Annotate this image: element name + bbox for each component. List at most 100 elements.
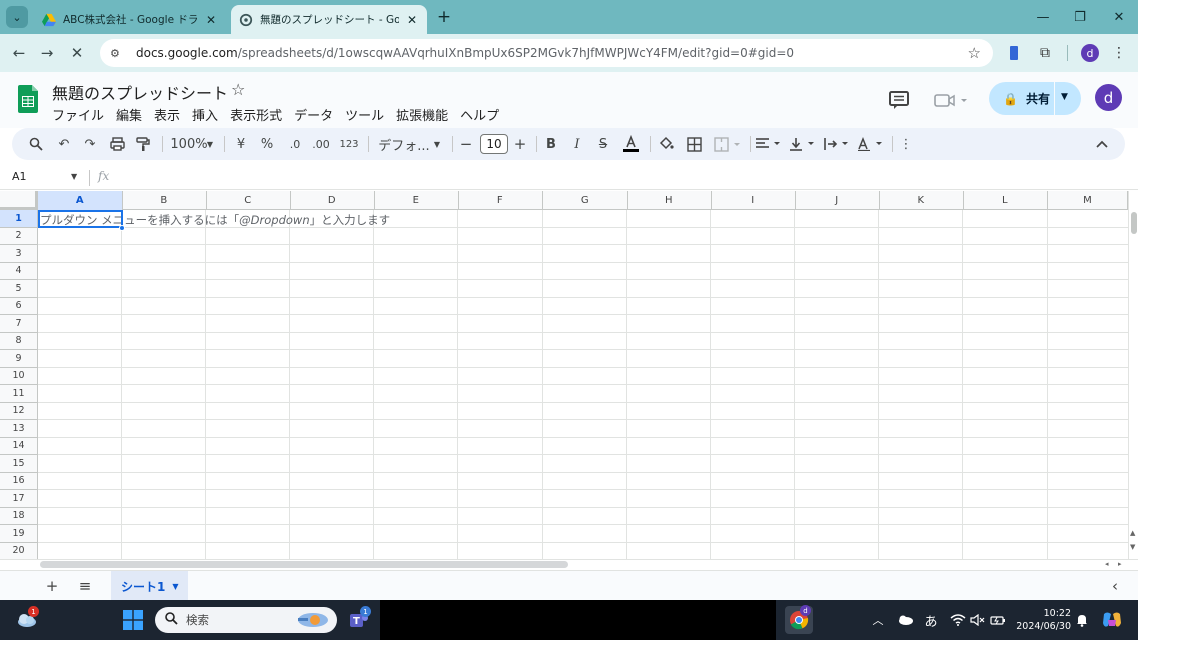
column-header-b[interactable]: B <box>122 191 207 210</box>
chevron-down-icon[interactable]: ▼ <box>204 132 216 156</box>
row-header-20[interactable]: 20 <box>0 542 38 559</box>
name-box[interactable]: A1 <box>12 170 27 183</box>
notification-bell-icon[interactable] <box>1070 608 1094 632</box>
row-header-11[interactable]: 11 <box>0 385 38 403</box>
undo-icon[interactable]: ↶ <box>54 132 74 156</box>
borders-icon[interactable] <box>684 132 704 156</box>
print-icon[interactable] <box>107 132 127 156</box>
add-sheet-button[interactable]: + <box>41 576 63 596</box>
start-button[interactable] <box>121 608 145 632</box>
vertical-scroll-thumb[interactable] <box>1131 212 1137 234</box>
horizontal-align-icon[interactable] <box>754 132 784 156</box>
row-header-15[interactable]: 15 <box>0 455 38 473</box>
google-sheets-logo[interactable] <box>18 85 38 113</box>
paint-format-icon[interactable] <box>133 132 153 156</box>
explore-collapse-button[interactable]: ‹ <box>1104 576 1126 596</box>
menu-edit[interactable]: 編集 <box>110 103 148 126</box>
new-tab-button[interactable]: + <box>433 6 455 28</box>
strikethrough-icon[interactable]: S <box>594 132 612 156</box>
chevron-up-icon[interactable] <box>1092 132 1112 156</box>
bold-icon[interactable]: B <box>542 132 560 156</box>
row-header-8[interactable]: 8 <box>0 332 38 350</box>
vertical-scrollbar[interactable]: ▲ ▼ <box>1128 191 1138 559</box>
menu-insert[interactable]: 挿入 <box>186 103 224 126</box>
column-header-k[interactable]: K <box>879 191 964 210</box>
number-format-button[interactable]: 123 <box>337 132 361 156</box>
search-menu-icon[interactable] <box>26 132 46 156</box>
row-header-18[interactable]: 18 <box>0 507 38 525</box>
active-cell-outline[interactable] <box>38 210 123 228</box>
copilot-icon[interactable] <box>1100 608 1124 632</box>
column-header-d[interactable]: D <box>290 191 375 210</box>
decrease-decimal-button[interactable]: .0 <box>284 132 306 156</box>
increase-decimal-button[interactable]: .00 <box>310 132 332 156</box>
site-info-icon[interactable]: ⚙ <box>110 47 126 60</box>
text-color-icon[interactable] <box>620 132 642 156</box>
column-header-h[interactable]: H <box>627 191 712 210</box>
ime-indicator[interactable]: あ <box>919 608 943 632</box>
fill-handle[interactable] <box>119 225 125 231</box>
minimize-button[interactable]: — <box>1028 5 1058 29</box>
row-header-19[interactable]: 19 <box>0 525 38 543</box>
chevron-down-icon[interactable]: ▼ <box>1130 543 1135 551</box>
comment-history-icon[interactable] <box>888 90 910 110</box>
vertical-align-icon[interactable] <box>788 132 818 156</box>
bookmark-star-icon[interactable]: ☆ <box>968 44 981 62</box>
close-icon[interactable]: ✕ <box>405 13 419 27</box>
row-header-12[interactable]: 12 <box>0 402 38 420</box>
taskbar-clock[interactable]: 10:22 2024/06/30 <box>1015 607 1071 633</box>
restore-button[interactable]: ❐ <box>1065 5 1095 29</box>
column-header-m[interactable]: M <box>1048 191 1128 210</box>
sheet-tab-1[interactable]: シート1 ▼ <box>111 571 188 601</box>
column-header-a[interactable]: A <box>38 191 123 210</box>
row-header-17[interactable]: 17 <box>0 490 38 508</box>
chevron-down-icon[interactable]: ▼ <box>431 132 443 156</box>
forward-button[interactable]: → <box>36 42 58 64</box>
merge-cells-icon[interactable] <box>712 132 744 156</box>
video-call-icon[interactable] <box>933 92 973 110</box>
battery-icon[interactable] <box>986 608 1010 632</box>
all-sheets-button[interactable]: ≡ <box>74 576 96 596</box>
spreadsheet-grid[interactable]: ABCDEFGHIJKLM 1 2 3 4 5 6 7 8 9 10 11 12 13 14 15 16 17 1… <box>0 191 1138 559</box>
user-avatar[interactable]: d <box>1095 84 1122 111</box>
column-header-l[interactable]: L <box>963 191 1048 210</box>
row-header-4[interactable]: 4 <box>0 262 38 280</box>
column-header-g[interactable]: G <box>543 191 628 210</box>
close-icon[interactable]: ✕ <box>204 13 218 27</box>
chevron-up-icon[interactable]: ▲ <box>1130 529 1135 537</box>
browser-tab-drive[interactable]: ABC株式会社 - Google ドライブ ✕ <box>34 5 226 34</box>
menu-file[interactable]: ファイル <box>46 103 110 126</box>
menu-help[interactable]: ヘルプ <box>454 103 505 126</box>
address-bar[interactable]: ⚙ docs.google.com/spreadsheets/d/1owscqw… <box>100 39 993 67</box>
taskbar-search[interactable]: 検索 <box>155 607 337 633</box>
text-wrap-icon[interactable] <box>822 132 852 156</box>
row-header-14[interactable]: 14 <box>0 437 38 455</box>
star-icon[interactable]: ☆ <box>231 80 245 99</box>
extensions-puzzle-icon[interactable]: ⧉ <box>1034 42 1056 64</box>
column-header-e[interactable]: E <box>374 191 459 210</box>
currency-format-button[interactable]: ¥ <box>232 132 250 156</box>
select-all-corner[interactable] <box>0 191 38 210</box>
chevron-down-icon[interactable]: ▼ <box>71 172 77 181</box>
increase-font-size-button[interactable]: + <box>512 132 528 156</box>
column-header-f[interactable]: F <box>458 191 543 210</box>
chevron-right-icon[interactable]: ▸ <box>1118 560 1122 568</box>
menu-extensions[interactable]: 拡張機能 <box>390 103 454 126</box>
row-header-9[interactable]: 9 <box>0 350 38 368</box>
row-header-1[interactable]: 1 <box>0 210 38 228</box>
row-header-5[interactable]: 5 <box>0 280 38 298</box>
close-window-button[interactable]: ✕ <box>1104 5 1134 29</box>
share-button[interactable]: 🔒 共有 ▼ <box>989 82 1081 115</box>
menu-format[interactable]: 表示形式 <box>224 103 288 126</box>
row-header-13[interactable]: 13 <box>0 420 38 438</box>
chevron-down-icon[interactable]: ▼ <box>1061 92 1068 102</box>
chevron-left-icon[interactable]: ◂ <box>1105 560 1109 568</box>
more-options-icon[interactable]: ⋮ <box>897 132 915 156</box>
column-header-c[interactable]: C <box>206 191 291 210</box>
stop-loading-button[interactable]: ✕ <box>66 42 88 64</box>
font-family-select[interactable]: デフォ... <box>376 132 432 156</box>
column-header-i[interactable]: I <box>711 191 796 210</box>
back-button[interactable]: ← <box>8 42 30 64</box>
tab-search-button[interactable]: ⌄ <box>6 6 28 28</box>
row-header-3[interactable]: 3 <box>0 245 38 263</box>
